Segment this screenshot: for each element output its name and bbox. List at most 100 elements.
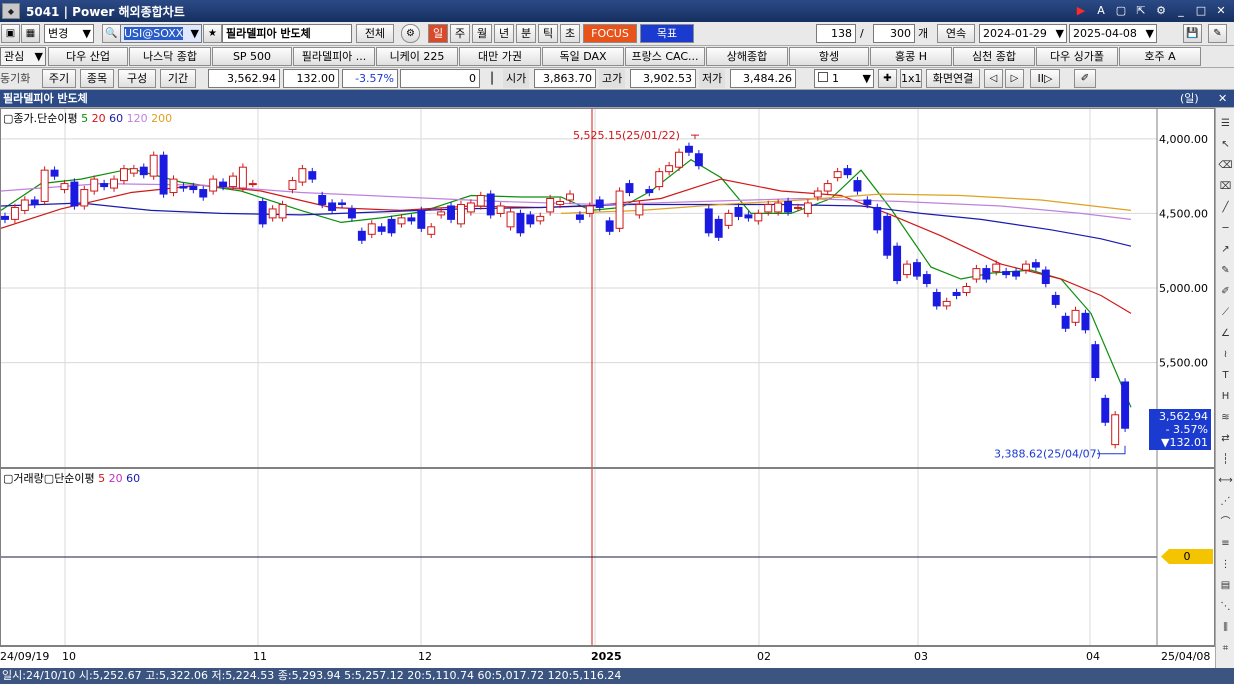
index-sp500[interactable]: SP 500 bbox=[212, 47, 292, 66]
trend-icon[interactable]: ⟋ bbox=[1217, 303, 1234, 322]
period-day[interactable]: 일 bbox=[428, 24, 448, 43]
all-button[interactable]: 전체 bbox=[356, 24, 394, 43]
alpha-icon[interactable]: A bbox=[1092, 3, 1110, 19]
erase-all-icon[interactable]: ⌧ bbox=[1217, 177, 1234, 196]
gear-icon[interactable]: ⚙ bbox=[401, 24, 420, 43]
volume-ma-checkbox-icon[interactable]: ▢ bbox=[44, 472, 54, 485]
main-toolbar: ▣ ▦ 변경 ▼ 🔍 USI@SOXX ▼ ★ 필라델피아 반도체 전체 ⚙ 일 주… bbox=[0, 22, 1234, 46]
draw-icon[interactable]: ✐ bbox=[1074, 69, 1096, 88]
period-week[interactable]: 주 bbox=[450, 24, 470, 43]
hline-icon[interactable]: ─ bbox=[1217, 219, 1234, 238]
star-icon[interactable]: ★ bbox=[203, 24, 222, 43]
legend-ma20: 20 bbox=[91, 112, 106, 125]
layout-icon[interactable]: ▣ bbox=[1, 24, 20, 43]
crosshair-icon[interactable]: ✚ bbox=[878, 69, 897, 88]
fibo-arc-icon[interactable]: ⌒ bbox=[1217, 513, 1234, 532]
price-chart[interactable]: 5,500.00 5,000.00 4,500.00 4,000.00 5,525.15… bbox=[1, 109, 1214, 467]
grid-icon[interactable]: ▦ bbox=[21, 24, 40, 43]
legend-checkbox-icon[interactable]: ▢ bbox=[3, 112, 13, 125]
index-dow-singapore[interactable]: 다우 싱가폴 bbox=[1036, 47, 1118, 66]
cycle-icon[interactable]: ⫼ bbox=[1217, 618, 1234, 637]
change-select[interactable]: 변경 ▼ bbox=[44, 24, 94, 43]
period-minute[interactable]: 분 bbox=[516, 24, 536, 43]
candle-body bbox=[476, 195, 485, 207]
height-icon[interactable]: H bbox=[1217, 387, 1234, 406]
count-input[interactable]: 138 bbox=[816, 24, 856, 43]
count-total-input[interactable]: 300 bbox=[873, 24, 915, 43]
continuous-button[interactable]: 연속 bbox=[937, 24, 975, 43]
save-icon[interactable]: 💾 bbox=[1183, 24, 1202, 43]
index-hongkong-h[interactable]: 홍콩 H bbox=[870, 47, 952, 66]
compose-button[interactable]: 구성 bbox=[118, 69, 156, 88]
volume-scroll[interactable]: ▕ bbox=[484, 69, 502, 88]
x-label: 24/09/19 bbox=[0, 650, 50, 663]
cross-arrow-icon[interactable]: ⇄ bbox=[1217, 429, 1234, 448]
arrow-line-icon[interactable]: ↗ bbox=[1217, 240, 1234, 259]
scroll-left-icon[interactable]: ◁ bbox=[984, 69, 1003, 88]
volume-panel[interactable]: ▢거래량▢단순이평 5 20 60 0 bbox=[0, 468, 1215, 646]
fibo-retrace-icon[interactable]: ≡ bbox=[1217, 534, 1234, 553]
date-from-input[interactable]: 2024-01-29 ▼ bbox=[979, 24, 1067, 43]
pen-icon[interactable]: ✎ bbox=[1217, 261, 1234, 280]
scroll-right-icon[interactable]: ▷ bbox=[1005, 69, 1024, 88]
period-second[interactable]: 초 bbox=[560, 24, 580, 43]
cursor-icon[interactable]: ↖ bbox=[1217, 135, 1234, 154]
candle-body bbox=[238, 166, 247, 189]
volume-chart[interactable] bbox=[1, 469, 1214, 645]
ratio-button[interactable]: 1x1 bbox=[900, 69, 922, 88]
wave-icon[interactable]: ≀ bbox=[1217, 345, 1234, 364]
index-shanghai[interactable]: 상해종합 bbox=[706, 47, 788, 66]
scroll-end-icon[interactable]: II▷ bbox=[1030, 69, 1060, 88]
screen-link-button[interactable]: 화면연결 bbox=[926, 69, 980, 88]
period-tick[interactable]: 틱 bbox=[538, 24, 558, 43]
tools-icon[interactable]: ✎ bbox=[1208, 24, 1227, 43]
period-month[interactable]: 월 bbox=[472, 24, 492, 43]
index-dow[interactable]: 다우 산업 bbox=[48, 47, 128, 66]
text-icon[interactable]: T bbox=[1217, 366, 1234, 385]
flag-icon[interactable]: ▶ bbox=[1072, 3, 1090, 19]
index-shenzhen[interactable]: 심천 종합 bbox=[953, 47, 1035, 66]
speed-line-icon[interactable]: ⋱ bbox=[1217, 597, 1234, 616]
index-cac[interactable]: 프랑스 CAC... bbox=[625, 47, 705, 66]
fibo-time-icon[interactable]: ⋮ bbox=[1217, 555, 1234, 574]
volume-checkbox-icon[interactable]: ▢ bbox=[3, 472, 13, 485]
index-sox[interactable]: 필라델피아 ... bbox=[293, 47, 375, 66]
price-panel[interactable]: 5,500.00 5,000.00 4,500.00 4,000.00 5,525.15… bbox=[0, 108, 1215, 468]
index-nikkei[interactable]: 니케이 225 bbox=[376, 47, 458, 66]
eraser-icon[interactable]: ⌫ bbox=[1217, 156, 1234, 175]
date-to-input[interactable]: 2025-04-08 ▼ bbox=[1069, 24, 1157, 43]
item-button[interactable]: 종목 bbox=[80, 69, 114, 88]
target-button[interactable]: 목표 bbox=[640, 24, 694, 43]
vline-icon[interactable]: ┆ bbox=[1217, 450, 1234, 469]
zigzag-icon[interactable]: ≋ bbox=[1217, 408, 1234, 427]
minimize-icon[interactable]: _ bbox=[1172, 3, 1190, 19]
settings-icon[interactable]: ⚙ bbox=[1152, 3, 1170, 19]
restore-icon[interactable]: ▢ bbox=[1112, 3, 1130, 19]
chart-count-select[interactable]: 1 ▼ bbox=[814, 69, 874, 88]
index-australia[interactable]: 호주 A bbox=[1119, 47, 1201, 66]
index-nasdaq[interactable]: 나스닥 종합 bbox=[129, 47, 211, 66]
index-taiwan[interactable]: 대만 가권 bbox=[459, 47, 541, 66]
focus-button[interactable]: FOCUS bbox=[583, 24, 637, 43]
interest-select[interactable]: 관심 ▼ bbox=[0, 47, 46, 66]
line-icon[interactable]: ╱ bbox=[1217, 198, 1234, 217]
angle-icon[interactable]: ∠ bbox=[1217, 324, 1234, 343]
search-icon[interactable]: 🔍 bbox=[102, 24, 121, 43]
panel-close-icon[interactable]: ✕ bbox=[1218, 89, 1227, 108]
gann-icon[interactable]: ⌗ bbox=[1217, 639, 1234, 658]
menu-icon[interactable]: ☰ bbox=[1217, 114, 1234, 133]
fibo-fan-icon[interactable]: ⋰ bbox=[1217, 492, 1234, 511]
fibo-channel-icon[interactable]: ▤ bbox=[1217, 576, 1234, 595]
maximize-icon[interactable]: □ bbox=[1192, 3, 1210, 19]
link-icon[interactable]: ⇱ bbox=[1132, 3, 1150, 19]
candle-body bbox=[675, 151, 684, 168]
period-button[interactable]: 주기 bbox=[42, 69, 76, 88]
span-icon[interactable]: ⟷ bbox=[1217, 471, 1234, 490]
index-hangseng[interactable]: 항셍 bbox=[789, 47, 869, 66]
period-year[interactable]: 년 bbox=[494, 24, 514, 43]
marker-icon[interactable]: ✐ bbox=[1217, 282, 1234, 301]
index-dax[interactable]: 독일 DAX bbox=[542, 47, 624, 66]
close-icon[interactable]: ✕ bbox=[1212, 3, 1230, 19]
symbol-code-input[interactable]: USI@SOXX ▼ bbox=[120, 24, 202, 43]
term-button[interactable]: 기간 bbox=[160, 69, 196, 88]
